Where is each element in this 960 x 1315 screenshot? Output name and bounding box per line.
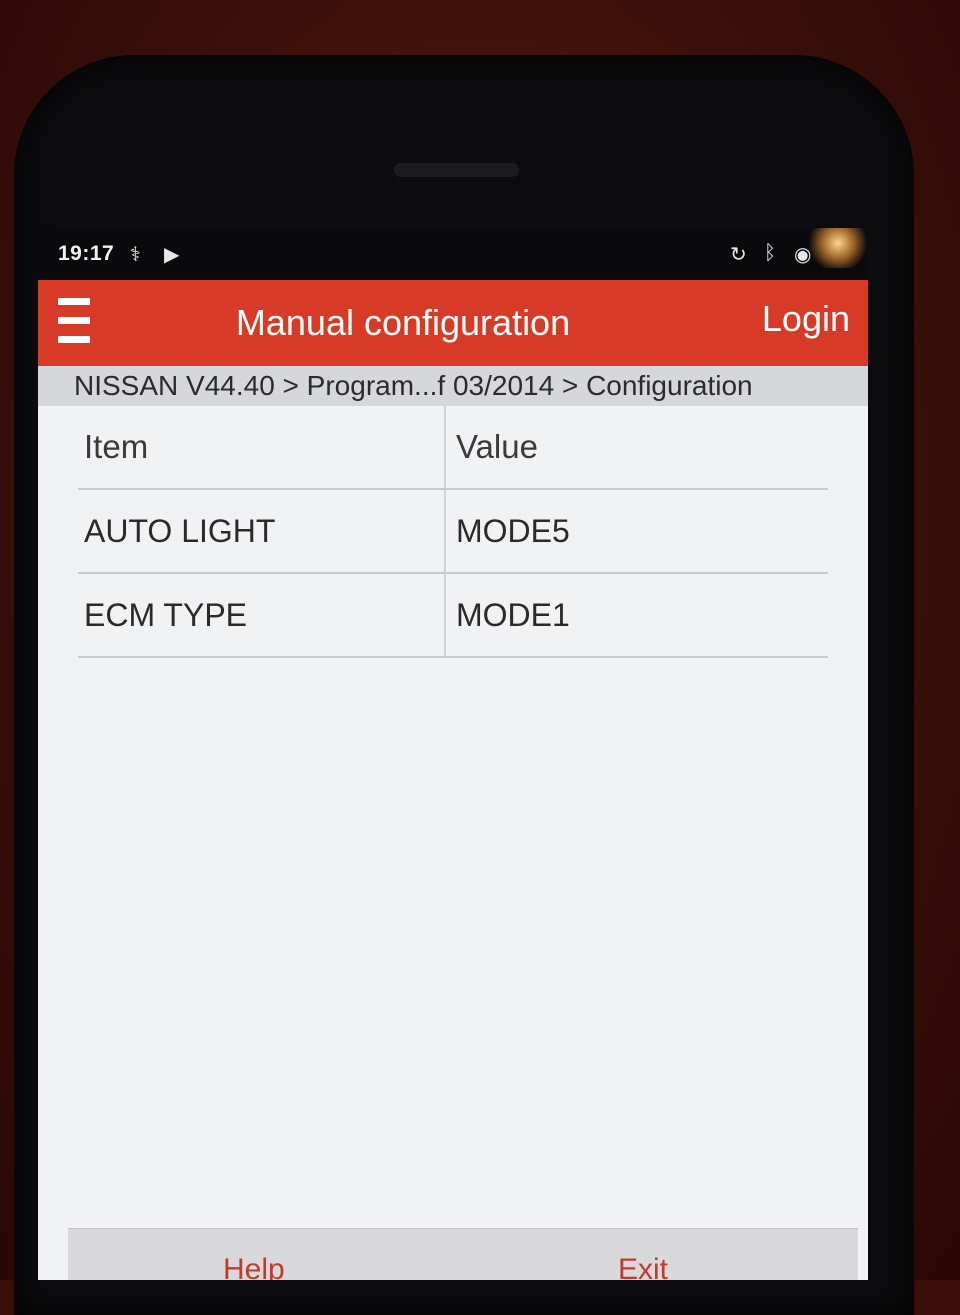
sync-icon: ↻ [730, 244, 747, 266]
row-value-cell: MODE1 [456, 596, 570, 633]
battery-icon [808, 228, 868, 268]
table-header-row: Item Value [78, 406, 828, 490]
screen: 19:17 ⚕ ▶ ↻ ᛒ ◉ Manual configuration Log… [38, 228, 868, 1280]
diagnostic-app-icon: ▶ [164, 244, 180, 266]
row-item-cell: ECM TYPE [78, 574, 446, 656]
breadcrumb: NISSAN V44.40 > Program...f 03/2014 > Co… [38, 366, 868, 406]
help-button[interactable]: Help [223, 1253, 285, 1280]
status-time: 19:17 [58, 242, 115, 265]
hamburger-menu-icon[interactable] [58, 298, 90, 350]
exit-button[interactable]: Exit [618, 1253, 668, 1280]
speaker-grille [394, 163, 519, 177]
column-header-item: Item [78, 406, 446, 488]
usb-debug-icon: ⚕ [130, 244, 141, 266]
table-row[interactable]: ECM TYPE MODE1 [78, 574, 828, 658]
title-bar: Manual configuration Login [38, 280, 868, 366]
row-item-cell: AUTO LIGHT [78, 490, 446, 572]
page-title: Manual configuration [235, 302, 571, 343]
bluetooth-icon: ᛒ [764, 242, 776, 264]
config-table: Item Value AUTO LIGHT MODE5 ECM TYPE MOD… [78, 406, 828, 658]
login-button[interactable]: Login [762, 298, 850, 340]
bottom-action-bar: Help Exit [68, 1228, 858, 1280]
column-header-value: Value [456, 428, 538, 465]
status-bar: 19:17 ⚕ ▶ ↻ ᛒ ◉ [38, 228, 868, 280]
row-value-cell: MODE5 [456, 512, 570, 549]
table-row[interactable]: AUTO LIGHT MODE5 [78, 490, 828, 574]
